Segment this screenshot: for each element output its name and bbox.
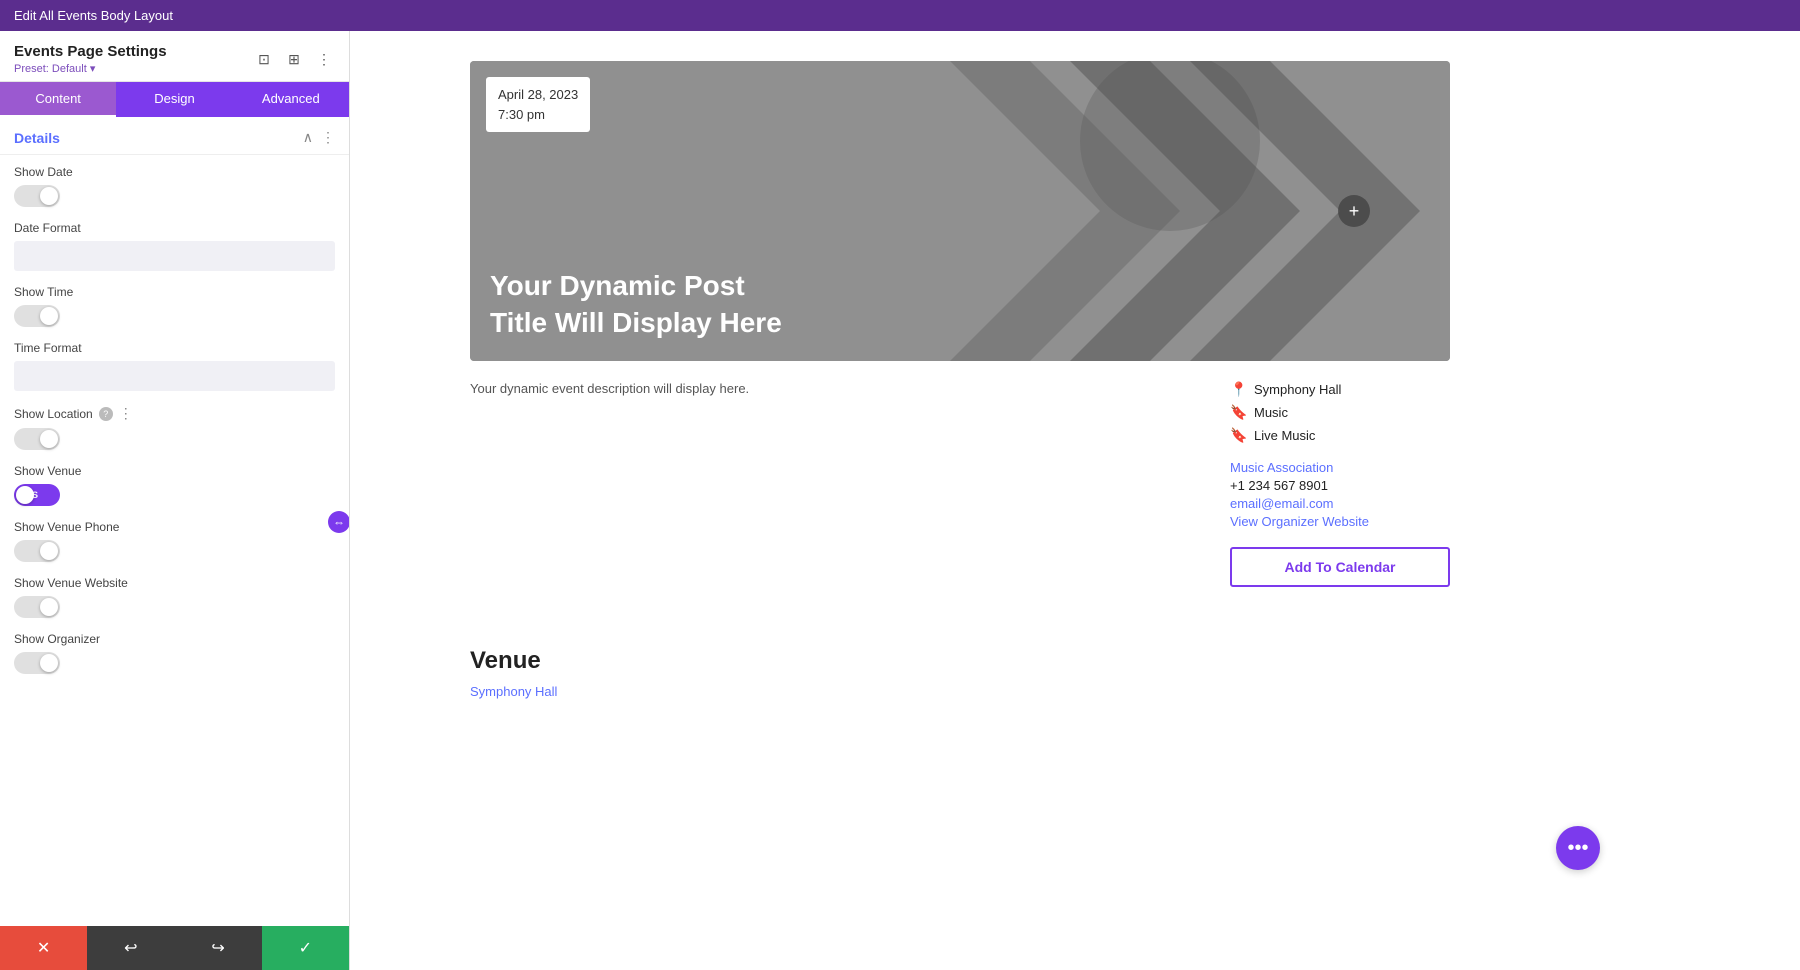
time-format-row: Time Format	[0, 331, 349, 395]
category-icon-music: 🔖	[1230, 404, 1246, 421]
venue-section-title: Venue	[470, 647, 1450, 675]
meta-category-music: 🔖 Music	[1230, 404, 1450, 421]
date-format-row: Date Format	[0, 211, 349, 275]
show-organizer-row: Show Organizer NO	[0, 622, 349, 678]
undo-button[interactable]: ↩	[87, 926, 174, 970]
meta-location: 📍 Symphony Hall	[1230, 381, 1450, 398]
organizer-name[interactable]: Music Association	[1230, 460, 1450, 475]
add-to-calendar-button[interactable]: Add To Calendar	[1230, 547, 1450, 587]
category-music-text: Music	[1254, 405, 1288, 420]
main-layout: Events Page Settings Preset: Default ▾ ⊡…	[0, 31, 1800, 970]
venue-section: Venue Symphony Hall	[470, 647, 1450, 701]
redo-button[interactable]: ↪	[175, 926, 262, 970]
time-format-input[interactable]	[14, 361, 335, 391]
right-content: April 28, 2023 7:30 pm Your Dynamic Post…	[350, 31, 1800, 970]
organizer-website[interactable]: View Organizer Website	[1230, 514, 1450, 529]
details-title: Details	[14, 130, 60, 146]
cancel-button[interactable]: ✕	[0, 926, 87, 970]
panel-icon-more[interactable]: ⋮	[313, 48, 335, 70]
bottom-toolbar: ✕ ↩ ↪ ✓	[0, 926, 349, 970]
show-venue-phone-toggle[interactable]: NO	[14, 540, 60, 562]
show-location-toggle[interactable]: NO	[14, 428, 60, 450]
venue-name: Symphony Hall	[1254, 382, 1341, 397]
left-panel: Events Page Settings Preset: Default ▾ ⊡…	[0, 31, 350, 970]
details-collapse-icon[interactable]: ∧	[303, 129, 313, 146]
add-content-button[interactable]: +	[1338, 195, 1370, 227]
organizer-info: Music Association +1 234 567 8901 email@…	[1230, 460, 1450, 529]
category-live-music-text: Live Music	[1254, 428, 1315, 443]
organizer-email[interactable]: email@email.com	[1230, 496, 1450, 511]
show-organizer-toggle[interactable]: NO	[14, 652, 60, 674]
show-organizer-label: Show Organizer	[14, 632, 335, 646]
show-date-row: Show Date NO	[0, 155, 349, 211]
show-location-knob	[40, 430, 58, 448]
show-time-toggle[interactable]: NO	[14, 305, 60, 327]
top-bar-title: Edit All Events Body Layout	[14, 8, 173, 23]
show-venue-phone-knob	[40, 542, 58, 560]
description-area: Your dynamic event description will disp…	[470, 381, 1200, 587]
show-venue-row: Show Venue YES	[0, 454, 349, 510]
show-venue-toggle[interactable]: YES	[14, 484, 60, 506]
time-format-label: Time Format	[14, 341, 335, 355]
organizer-phone: +1 234 567 8901	[1230, 478, 1450, 493]
show-venue-label: Show Venue	[14, 464, 335, 478]
save-button[interactable]: ✓	[262, 926, 349, 970]
show-venue-website-label: Show Venue Website	[14, 576, 335, 590]
panel-title: Events Page Settings	[14, 43, 167, 60]
redo-icon: ↪	[211, 938, 224, 958]
preset-text[interactable]: Preset: Default	[14, 63, 87, 75]
event-description: Your dynamic event description will disp…	[470, 381, 1150, 396]
content-row: Your dynamic event description will disp…	[470, 381, 1450, 587]
event-time: 7:30 pm	[498, 105, 578, 125]
event-image: April 28, 2023 7:30 pm Your Dynamic Post…	[470, 61, 1450, 361]
tabs-bar: Content Design Advanced	[0, 82, 349, 117]
details-section-header: Details ∧ ⋮	[0, 117, 349, 155]
show-venue-website-toggle[interactable]: NO	[14, 596, 60, 618]
top-bar: Edit All Events Body Layout	[0, 0, 1800, 31]
location-icon: 📍	[1230, 381, 1246, 398]
panel-header: Events Page Settings Preset: Default ▾ ⊡…	[0, 31, 349, 82]
show-date-toggle[interactable]: NO	[14, 185, 60, 207]
panel-icon-columns[interactable]: ⊞	[283, 48, 305, 70]
show-time-label: Show Time	[14, 285, 335, 299]
details-more-icon[interactable]: ⋮	[321, 129, 335, 146]
show-location-more-icon[interactable]: ⋮	[119, 405, 133, 422]
date-format-input[interactable]	[14, 241, 335, 271]
show-time-knob	[40, 307, 58, 325]
meta-category-live-music: 🔖 Live Music	[1230, 427, 1450, 444]
show-venue-phone-label: Show Venue Phone	[14, 520, 335, 534]
tab-design[interactable]: Design	[116, 82, 232, 117]
save-icon: ✓	[299, 938, 312, 958]
show-venue-website-row: Show Venue Website NO	[0, 566, 349, 622]
show-location-help-icon[interactable]: ?	[99, 407, 113, 421]
panel-icon-screen[interactable]: ⊡	[253, 48, 275, 70]
venue-link[interactable]: Symphony Hall	[470, 684, 557, 699]
show-location-row: Show Location ? ⋮ NO	[0, 395, 349, 454]
show-venue-knob	[16, 486, 34, 504]
dots-icon: •••	[1567, 837, 1588, 860]
show-venue-website-knob	[40, 598, 58, 616]
date-badge: April 28, 2023 7:30 pm	[486, 77, 590, 132]
show-time-row: Show Time NO	[0, 275, 349, 331]
floating-dots-button[interactable]: •••	[1556, 826, 1600, 870]
post-title: Your Dynamic Post Title Will Display Her…	[490, 268, 790, 341]
panel-content: Details ∧ ⋮ Show Date NO	[0, 117, 349, 926]
show-venue-phone-row: Show Venue Phone NO	[0, 510, 349, 566]
event-meta-sidebar: 📍 Symphony Hall 🔖 Music 🔖 Live Music Mus…	[1230, 381, 1450, 587]
show-organizer-knob	[40, 654, 58, 672]
show-date-knob	[40, 187, 58, 205]
tab-content[interactable]: Content	[0, 82, 116, 117]
tab-advanced[interactable]: Advanced	[233, 82, 349, 117]
undo-icon: ↩	[124, 938, 137, 958]
show-location-label: Show Location ? ⋮	[14, 405, 335, 422]
event-date: April 28, 2023	[498, 85, 578, 105]
date-format-label: Date Format	[14, 221, 335, 235]
panel-resize-handle[interactable]: ⇔	[328, 511, 349, 533]
cancel-icon: ✕	[37, 938, 50, 958]
preset-label: Preset: Default ▾	[14, 62, 167, 75]
category-icon-live-music: 🔖	[1230, 427, 1246, 444]
show-date-label: Show Date	[14, 165, 335, 179]
